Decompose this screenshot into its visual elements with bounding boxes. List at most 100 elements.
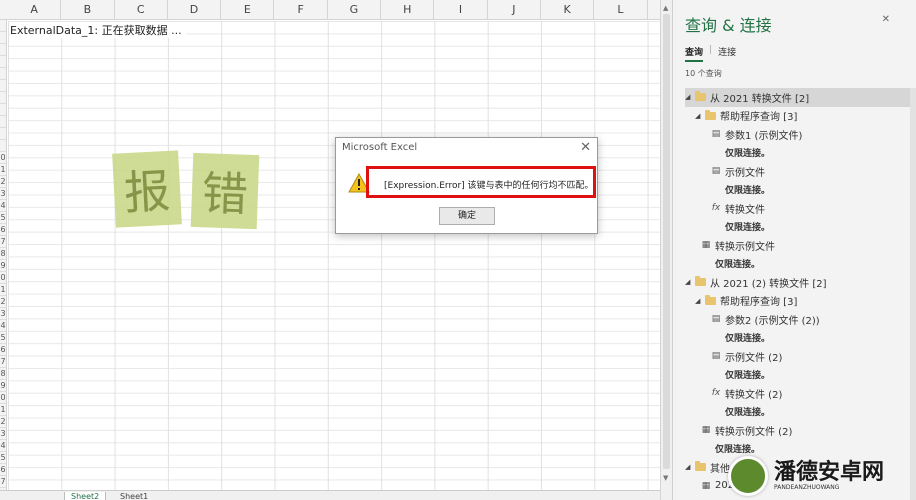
row-header[interactable]: 7 (0, 476, 6, 488)
row-header[interactable]: 4 (0, 200, 6, 212)
row-header[interactable] (0, 56, 6, 68)
query-group[interactable]: ◢ 从 2021 (2) 转换文件 [2] (685, 273, 915, 292)
row-header[interactable] (0, 104, 6, 116)
row-header[interactable]: 2 (0, 416, 6, 428)
row-header[interactable] (0, 20, 6, 32)
sheet-tab-sheet2[interactable]: Sheet2 (64, 492, 107, 500)
row-header[interactable]: 8 (0, 368, 6, 380)
row-header[interactable]: 6 (0, 224, 6, 236)
collapse-icon[interactable]: ◢ (695, 297, 705, 305)
query-label: 参数1 (示例文件) (725, 130, 803, 142)
row-header[interactable]: 0 (0, 272, 6, 284)
row-header[interactable]: 3 (0, 308, 6, 320)
tab-connections[interactable]: 连接 (718, 45, 736, 62)
row-header[interactable]: 0 (0, 392, 6, 404)
query-item[interactable]: ▤ 示例文件 (685, 162, 915, 181)
row-header[interactable]: 7 (0, 356, 6, 368)
row-header[interactable]: 1 (0, 404, 6, 416)
query-tree: ◢ 从 2021 转换文件 [2] ◢ 帮助程序查询 [3] ▤ 参数1 (示例文件) 仅限… (685, 88, 915, 495)
column-header[interactable]: A (8, 0, 62, 20)
vertical-scrollbar[interactable]: ▲ ▼ (660, 0, 672, 500)
column-header[interactable]: K (541, 0, 595, 20)
row-header[interactable]: 9 (0, 380, 6, 392)
helper-folder[interactable]: ◢ 帮助程序查询 [3] (685, 292, 915, 311)
folder-icon (695, 276, 706, 287)
scroll-down-icon[interactable]: ▼ (663, 474, 668, 482)
row-header[interactable]: 9 (0, 260, 6, 272)
collapse-icon[interactable]: ◢ (685, 93, 695, 101)
row-header[interactable]: 4 (0, 440, 6, 452)
row-header[interactable] (0, 92, 6, 104)
row-header[interactable] (0, 32, 6, 44)
column-header[interactable]: D (168, 0, 222, 20)
column-header[interactable]: F (275, 0, 328, 20)
column-header[interactable]: B (61, 0, 115, 20)
row-header[interactable]: 2 (0, 296, 6, 308)
table-icon: ▦ (701, 480, 711, 491)
connection-only-note: 仅限连接。 (685, 255, 915, 274)
collapse-icon[interactable]: ◢ (695, 112, 705, 120)
site-watermark: 潘德安卓网 PANDEANZHUOWANG (728, 452, 916, 500)
scroll-up-icon[interactable]: ▲ (663, 4, 668, 12)
column-header[interactable]: C (115, 0, 168, 20)
table-icon: ▦ (701, 425, 711, 436)
row-header[interactable]: 7 (0, 236, 6, 248)
pane-scrollbar[interactable] (910, 88, 916, 500)
cell-grid[interactable] (8, 21, 660, 491)
folder-label: 帮助程序查询 [3] (720, 297, 798, 309)
row-header[interactable]: 6 (0, 464, 6, 476)
query-item[interactable]: ▤ 参数2 (示例文件 (2)) (685, 310, 915, 329)
column-header[interactable]: J (488, 0, 541, 20)
parameter-icon: ▤ (711, 314, 721, 325)
column-header[interactable]: G (328, 0, 382, 20)
row-header[interactable]: 3 (0, 188, 6, 200)
query-label: 转换示例文件 (715, 241, 775, 253)
folder-icon (695, 461, 706, 472)
row-header[interactable]: 2 (0, 176, 6, 188)
column-header[interactable]: E (221, 0, 275, 20)
row-header[interactable] (0, 68, 6, 80)
row-header[interactable]: 6 (0, 344, 6, 356)
cell-a1-status[interactable]: ExternalData_1: 正在获取数据 ... (10, 22, 186, 38)
query-item[interactable]: ▤ 示例文件 (2) (685, 347, 915, 366)
parameter-icon: ▤ (711, 166, 721, 177)
row-header[interactable]: 8 (0, 248, 6, 260)
pane-close-icon[interactable]: ✕ (882, 14, 890, 25)
pane-tabs: 查询 | 连接 (685, 45, 736, 62)
row-header[interactable]: 5 (0, 332, 6, 344)
sheet-tab-sheet1[interactable]: Sheet1 (114, 492, 154, 500)
row-header[interactable]: 5 (0, 212, 6, 224)
row-header[interactable] (0, 128, 6, 140)
row-header[interactable]: 1 (0, 284, 6, 296)
row-header[interactable]: 0 (0, 152, 6, 164)
ok-button[interactable]: 确定 (439, 207, 495, 225)
tab-queries[interactable]: 查询 (685, 45, 704, 62)
column-header[interactable]: H (381, 0, 435, 20)
watermark-subtext: PANDEANZHUOWANG (774, 483, 840, 491)
query-item[interactable]: fx 转换文件 (2) (685, 384, 915, 403)
row-header[interactable]: 1 (0, 164, 6, 176)
folder-icon (695, 91, 706, 102)
row-header[interactable]: 5 (0, 452, 6, 464)
query-item[interactable]: ▤ 参数1 (示例文件) (685, 125, 915, 144)
query-item[interactable]: ▦ 转换示例文件 (2) (685, 421, 915, 440)
spreadsheet-area[interactable]: ABCDEFGHIJKL 012345678901234567890123456… (0, 0, 660, 500)
query-group[interactable]: ◢ 从 2021 转换文件 [2] (685, 88, 915, 107)
column-header[interactable]: I (434, 0, 488, 20)
close-icon[interactable]: ✕ (580, 140, 591, 155)
row-header[interactable] (0, 116, 6, 128)
query-label: 示例文件 (2) (725, 352, 783, 364)
error-dialog: Microsoft Excel ✕ [Expression.Error] 该键与… (335, 137, 598, 234)
collapse-icon[interactable]: ◢ (685, 278, 695, 286)
row-header[interactable] (0, 140, 6, 152)
scroll-thumb[interactable] (663, 14, 670, 469)
row-header[interactable]: 3 (0, 428, 6, 440)
row-header[interactable] (0, 44, 6, 56)
row-header[interactable] (0, 80, 6, 92)
query-item[interactable]: ▦ 转换示例文件 (685, 236, 915, 255)
query-item[interactable]: fx 转换文件 (685, 199, 915, 218)
collapse-icon[interactable]: ◢ (685, 463, 695, 471)
column-header[interactable]: L (594, 0, 648, 20)
row-header[interactable]: 4 (0, 320, 6, 332)
helper-folder[interactable]: ◢ 帮助程序查询 [3] (685, 107, 915, 126)
